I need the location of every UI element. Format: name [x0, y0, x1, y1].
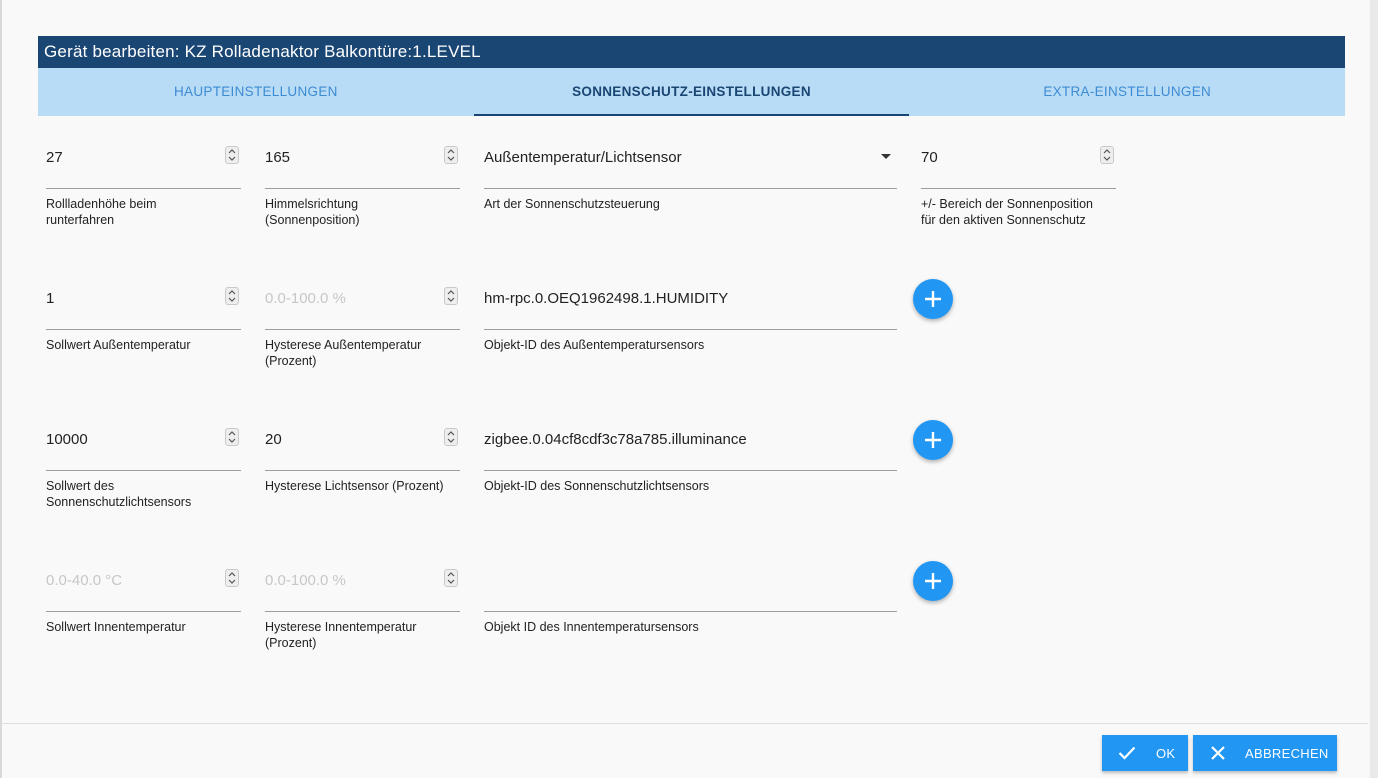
spinner-arrows-icon[interactable] — [225, 287, 239, 305]
ok-button[interactable]: OK — [1102, 735, 1188, 771]
outside-temp-setpoint-field: 1 Sollwert Außentemperatur — [46, 287, 241, 369]
input-underline — [265, 188, 460, 189]
tab-bar: HAUPTEINSTELLUNGEN SONNENSCHUTZ-EINSTELL… — [38, 68, 1345, 116]
outside-temp-sensor-id-field: hm-rpc.0.OEQ1962498.1.HUMIDITY Objekt-ID… — [484, 289, 897, 369]
input-underline — [484, 329, 897, 330]
light-sensor-hysteresis-input[interactable]: 20 — [265, 430, 460, 450]
plus-icon — [925, 573, 941, 589]
check-icon — [1118, 746, 1136, 760]
input-underline — [484, 611, 897, 612]
edit-device-dialog: Gerät bearbeiten: KZ Rolladenaktor Balko… — [2, 0, 1368, 778]
spinner-arrows-icon[interactable] — [444, 428, 458, 446]
field-label: +/- Bereich der Sonnenposition für den ak… — [921, 197, 1093, 227]
field-label: Hysterese Innentemperatur (Prozent) — [265, 620, 417, 650]
light-sensor-setpoint-field: 10000 Sollwert des Sonnenschutzlichtsenso… — [46, 428, 241, 510]
tab-extra-settings[interactable]: EXTRA-EINSTELLUNGEN — [909, 68, 1345, 116]
inside-temp-setpoint-field: 0.0-40.0 °C Sollwert Innentemperatur — [46, 569, 241, 651]
input-underline — [46, 470, 241, 471]
sun-protection-type-value: Außentemperatur/Lichtsensor — [484, 149, 682, 166]
dropdown-arrow-icon[interactable] — [881, 154, 891, 159]
field-label: Himmelsrichtung (Sonnenposition) — [265, 197, 360, 227]
input-underline — [46, 329, 241, 330]
tab-sun-protection-settings[interactable]: SONNENSCHUTZ-EINSTELLUNGEN — [473, 68, 910, 116]
input-underline — [265, 329, 460, 330]
field-label: Rollladenhöhe beim runterfahren — [46, 197, 157, 227]
sky-direction-input[interactable]: 165 — [265, 148, 460, 168]
background-window-edge — [1370, 0, 1378, 778]
shutter-height-field: 27 Rollladenhöhe beim runterfahren — [46, 146, 241, 228]
ok-button-label: OK — [1156, 745, 1176, 761]
cancel-button[interactable]: ABBRECHEN — [1193, 735, 1337, 771]
spinner-arrows-icon[interactable] — [444, 146, 458, 164]
field-label: Sollwert Außentemperatur — [46, 338, 191, 352]
field-label: Objekt-ID des Außentemperatursensors — [484, 338, 705, 352]
spinner-arrows-icon[interactable] — [225, 146, 239, 164]
field-label: Art der Sonnenschutzsteuerung — [484, 197, 660, 211]
field-label: Objekt-ID des Sonnenschutzlichtsensors — [484, 479, 710, 493]
close-icon — [1211, 746, 1225, 760]
plus-icon — [925, 291, 941, 307]
select-light-sensor-button[interactable] — [913, 420, 953, 460]
field-label: Sollwert Innentemperatur — [46, 620, 186, 634]
spinner-arrows-icon[interactable] — [1100, 146, 1114, 164]
field-label: Hysterese Außentemperatur (Prozent) — [265, 338, 422, 368]
spinner-arrows-icon[interactable] — [225, 569, 239, 587]
input-underline — [46, 611, 241, 612]
field-label: Objekt ID des Innentemperatursensors — [484, 620, 699, 634]
spinner-arrows-icon[interactable] — [225, 428, 239, 446]
inside-temp-sensor-id-input[interactable] — [484, 571, 897, 591]
shutter-height-input[interactable]: 27 — [46, 148, 241, 168]
inside-temp-sensor-id-field: Objekt ID des Innentemperatursensors — [484, 571, 897, 651]
input-underline — [484, 470, 897, 471]
field-label: Hysterese Lichtsensor (Prozent) — [265, 479, 444, 493]
input-underline — [265, 611, 460, 612]
light-sensor-id-input[interactable]: zigbee.0.04cf8cdf3c78a785.illuminance — [484, 430, 897, 450]
input-underline — [46, 188, 241, 189]
outside-temp-sensor-id-input[interactable]: hm-rpc.0.OEQ1962498.1.HUMIDITY — [484, 289, 897, 309]
dialog-title: Gerät bearbeiten: KZ Rolladenaktor Balko… — [38, 36, 1345, 68]
tab-main-settings[interactable]: HAUPTEINSTELLUNGEN — [38, 68, 474, 116]
sun-protection-type-select[interactable]: Außentemperatur/Lichtsensor Art der Sonn… — [484, 148, 897, 228]
select-inside-temp-sensor-button[interactable] — [913, 561, 953, 601]
input-underline — [921, 188, 1116, 189]
outside-temp-setpoint-input[interactable]: 1 — [46, 289, 241, 309]
sun-position-range-field: 70 +/- Bereich der Sonnenposition für den… — [921, 146, 1116, 228]
plus-icon — [925, 432, 941, 448]
inside-temp-setpoint-input[interactable]: 0.0-40.0 °C — [46, 571, 241, 591]
inside-temp-hysteresis-field: 0.0-100.0 % Hysterese Innentemperatur (Pr… — [265, 569, 460, 651]
sky-direction-field: 165 Himmelsrichtung (Sonnenposition) — [265, 146, 460, 228]
input-underline — [484, 188, 897, 189]
outside-temp-hysteresis-field: 0.0-100.0 % Hysterese Außentemperatur (Pr… — [265, 287, 460, 369]
light-sensor-id-field: zigbee.0.04cf8cdf3c78a785.illuminance Ob… — [484, 430, 897, 510]
light-sensor-setpoint-input[interactable]: 10000 — [46, 430, 241, 450]
field-label: Sollwert des Sonnenschutzlichtsensors — [46, 479, 192, 509]
cancel-button-label: ABBRECHEN — [1245, 745, 1329, 761]
select-outside-temp-sensor-button[interactable] — [913, 279, 953, 319]
inside-temp-hysteresis-input[interactable]: 0.0-100.0 % — [265, 571, 460, 591]
footer-divider — [2, 723, 1368, 724]
spinner-arrows-icon[interactable] — [444, 569, 458, 587]
outside-temp-hysteresis-input[interactable]: 0.0-100.0 % — [265, 289, 460, 309]
sun-position-range-input[interactable]: 70 — [921, 148, 1116, 168]
light-sensor-hysteresis-field: 20 Hysterese Lichtsensor (Prozent) — [265, 428, 460, 510]
input-underline — [265, 470, 460, 471]
spinner-arrows-icon[interactable] — [444, 287, 458, 305]
